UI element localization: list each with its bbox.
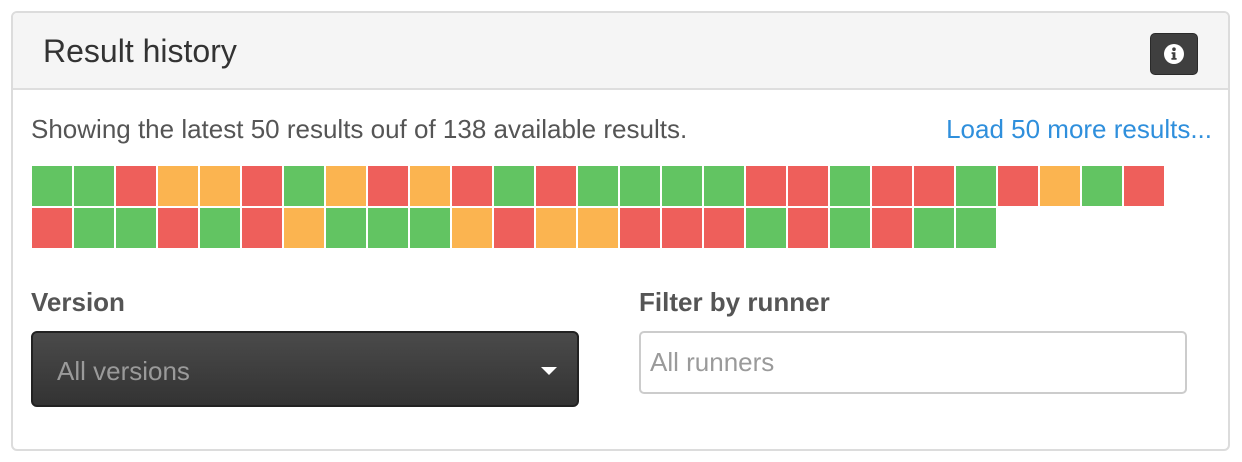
result-cell-fail[interactable]: fail xyxy=(619,207,661,249)
result-cell-fail[interactable]: fail xyxy=(871,207,913,249)
result-cell-pass[interactable]: pass xyxy=(913,207,955,249)
result-cell-warn[interactable]: warn xyxy=(199,165,241,207)
result-cell-pass[interactable]: pass xyxy=(619,165,661,207)
result-cell-fail[interactable]: fail xyxy=(241,207,283,249)
result-cell-warn[interactable]: warn xyxy=(451,207,493,249)
result-cell-fail[interactable]: fail xyxy=(451,165,493,207)
result-cell-fail[interactable]: fail xyxy=(997,165,1039,207)
result-cell-pass[interactable]: pass xyxy=(829,165,871,207)
result-cell-pass[interactable]: pass xyxy=(745,207,787,249)
result-cell-warn[interactable]: warn xyxy=(325,165,367,207)
version-label: Version xyxy=(31,287,125,317)
result-cell-pass[interactable]: pass xyxy=(367,207,409,249)
result-cell-fail[interactable]: fail xyxy=(31,207,73,249)
result-cell-pass[interactable]: pass xyxy=(73,207,115,249)
panel-header: Result history xyxy=(13,13,1228,90)
result-cell-fail[interactable]: fail xyxy=(535,165,577,207)
result-cell-fail[interactable]: fail xyxy=(913,165,955,207)
result-cell-warn[interactable]: warn xyxy=(1039,165,1081,207)
result-cell-fail[interactable]: fail xyxy=(241,165,283,207)
result-cell-pass[interactable]: pass xyxy=(115,207,157,249)
result-cell-fail[interactable]: fail xyxy=(871,165,913,207)
result-grid: passpassfailwarnwarnfailpasswarnfailwarn… xyxy=(31,165,1165,249)
results-summary: Showing the latest 50 results ouf of 138… xyxy=(31,114,688,144)
result-cell-pass[interactable]: pass xyxy=(955,207,997,249)
version-select[interactable]: All versions xyxy=(31,331,579,407)
info-button[interactable] xyxy=(1150,33,1198,75)
result-cell-fail[interactable]: fail xyxy=(157,207,199,249)
result-cell-pass[interactable]: pass xyxy=(73,165,115,207)
result-cell-warn[interactable]: warn xyxy=(157,165,199,207)
caret-down-icon xyxy=(541,367,557,375)
result-cell-pass[interactable]: pass xyxy=(955,165,997,207)
result-cell-fail[interactable]: fail xyxy=(787,165,829,207)
runner-filter-label: Filter by runner xyxy=(639,287,830,317)
info-icon xyxy=(1164,44,1184,64)
result-cell-pass[interactable]: pass xyxy=(577,165,619,207)
load-more-link[interactable]: Load 50 more results... xyxy=(946,114,1212,145)
result-cell-fail[interactable]: fail xyxy=(115,165,157,207)
result-cell-fail[interactable]: fail xyxy=(745,165,787,207)
result-cell-pass[interactable]: pass xyxy=(199,207,241,249)
runner-filter-input[interactable] xyxy=(639,331,1187,394)
result-cell-pass[interactable]: pass xyxy=(409,207,451,249)
result-cell-fail[interactable]: fail xyxy=(661,207,703,249)
result-cell-warn[interactable]: warn xyxy=(535,207,577,249)
result-cell-pass[interactable]: pass xyxy=(31,165,73,207)
result-cell-pass[interactable]: pass xyxy=(283,165,325,207)
panel-title: Result history xyxy=(43,33,237,69)
result-cell-pass[interactable]: pass xyxy=(325,207,367,249)
result-cell-fail[interactable]: fail xyxy=(1123,165,1165,207)
result-cell-fail[interactable]: fail xyxy=(787,207,829,249)
result-cell-warn[interactable]: warn xyxy=(283,207,325,249)
version-select-value: All versions xyxy=(57,356,190,386)
result-cell-pass[interactable]: pass xyxy=(1081,165,1123,207)
result-cell-fail[interactable]: fail xyxy=(493,207,535,249)
result-cell-pass[interactable]: pass xyxy=(661,165,703,207)
result-cell-fail[interactable]: fail xyxy=(703,207,745,249)
result-cell-pass[interactable]: pass xyxy=(829,207,871,249)
result-cell-warn[interactable]: warn xyxy=(409,165,451,207)
result-cell-pass[interactable]: pass xyxy=(703,165,745,207)
result-cell-warn[interactable]: warn xyxy=(577,207,619,249)
result-cell-fail[interactable]: fail xyxy=(367,165,409,207)
result-cell-pass[interactable]: pass xyxy=(493,165,535,207)
